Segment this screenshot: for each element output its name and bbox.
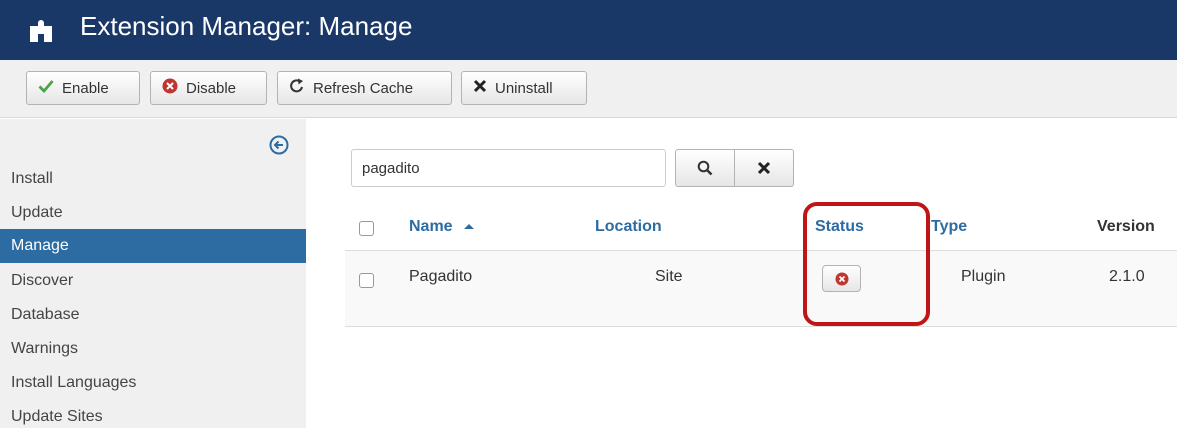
disable-label: Disable [186,79,237,97]
search-button[interactable] [675,149,735,187]
sidebar-item-warnings[interactable]: Warnings [0,332,306,366]
column-header-location[interactable]: Location [595,218,662,236]
sidebar-item-database[interactable]: Database [0,298,306,332]
search-input[interactable]: pagadito [351,149,666,187]
sidebar: Install Update Manage Discover Database … [0,119,306,428]
column-header-version: Version [1097,218,1155,235]
column-header-type[interactable]: Type [931,218,967,236]
search-icon [697,160,713,176]
row-checkbox[interactable] [359,273,374,288]
enable-button[interactable]: Enable [26,71,140,105]
row-location: Site [655,268,683,285]
sidebar-item-discover[interactable]: Discover [0,264,306,298]
disable-circle-icon [162,78,178,98]
puzzle-icon [30,20,52,42]
toolbar: Enable Disable Refresh Cache Uninstall [0,60,1177,118]
sidebar-item-install-languages[interactable]: Install Languages [0,366,306,400]
row-version: 2.1.0 [1109,268,1145,285]
status-highlight-annotation [803,202,930,326]
page-title: Extension Manager: Manage [80,11,413,41]
checkmark-icon [38,79,54,97]
sidebar-item-manage[interactable]: Manage [0,229,306,263]
uninstall-label: Uninstall [495,79,553,97]
refresh-cache-label: Refresh Cache [313,79,414,97]
refresh-icon [289,78,305,98]
sidebar-item-update[interactable]: Update [0,196,306,230]
arrow-left-circle-icon[interactable] [269,135,289,155]
uninstall-button[interactable]: Uninstall [461,71,587,105]
clear-search-button[interactable] [734,149,794,187]
table-row [345,251,1177,326]
row-type: Plugin [961,268,1006,285]
times-icon [473,79,487,97]
table-row-divider [345,326,1177,327]
row-name: Pagadito [409,268,473,285]
page-header: Extension Manager: Manage [0,0,1177,60]
sort-ascending-icon [464,223,475,229]
disable-button[interactable]: Disable [150,71,267,105]
sidebar-item-install[interactable]: Install [0,162,306,196]
refresh-cache-button[interactable]: Refresh Cache [277,71,452,105]
times-icon [757,161,771,175]
select-all-checkbox[interactable] [359,221,374,236]
column-name-label: Name [409,218,453,235]
enable-label: Enable [62,79,109,97]
column-header-name[interactable]: Name [409,218,475,236]
sidebar-item-update-sites[interactable]: Update Sites [0,400,306,428]
